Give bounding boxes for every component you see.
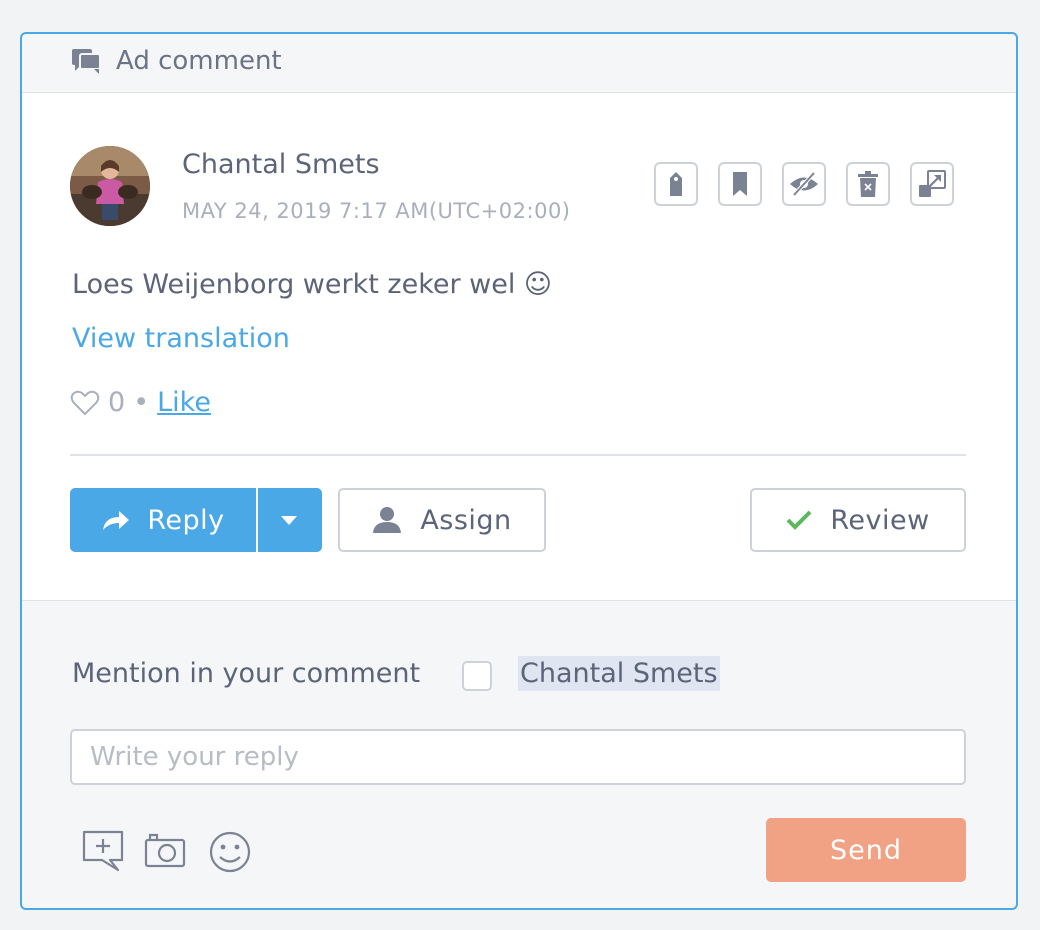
divider bbox=[70, 454, 966, 456]
author-name[interactable]: Chantal Smets bbox=[182, 149, 380, 180]
header-title: Ad comment bbox=[116, 46, 282, 76]
add-note-icon[interactable] bbox=[82, 830, 126, 872]
like-link[interactable]: Like bbox=[157, 387, 211, 418]
avatar[interactable] bbox=[70, 146, 150, 226]
tag-icon bbox=[670, 172, 682, 196]
camera-icon[interactable] bbox=[144, 830, 186, 870]
bookmark-button[interactable] bbox=[718, 162, 762, 206]
send-button[interactable]: Send bbox=[766, 818, 966, 882]
share-arrow-icon bbox=[103, 511, 130, 530]
delete-button[interactable] bbox=[846, 162, 890, 206]
reply-label: Reply bbox=[147, 504, 225, 536]
reply-split-button: Reply bbox=[70, 488, 322, 552]
hide-icon bbox=[790, 171, 818, 197]
comment-text: Loes Weijenborg werkt zeker wel ☺ bbox=[72, 269, 553, 300]
comment-timestamp: MAY 24, 2019 7:17 AM(UTC+02:00) bbox=[182, 199, 571, 223]
tag-button[interactable] bbox=[654, 162, 698, 206]
mention-label: Mention in your comment bbox=[72, 658, 421, 689]
avatar-photo bbox=[70, 146, 150, 226]
expand-button[interactable] bbox=[910, 162, 954, 206]
trash-icon bbox=[858, 171, 878, 197]
reply-input[interactable] bbox=[70, 729, 966, 785]
bookmark-icon bbox=[733, 172, 747, 196]
like-row: 0 • Like bbox=[70, 387, 211, 418]
user-icon bbox=[373, 507, 402, 533]
checkmark-icon bbox=[786, 510, 812, 530]
review-button[interactable]: Review bbox=[750, 488, 966, 552]
like-count: 0 bbox=[108, 387, 126, 418]
review-label: Review bbox=[830, 504, 930, 536]
mention-checkbox[interactable] bbox=[462, 661, 492, 691]
like-separator: • bbox=[133, 387, 150, 418]
emoji-icon[interactable] bbox=[208, 830, 252, 874]
view-translation-link[interactable]: View translation bbox=[72, 323, 290, 354]
assign-button[interactable]: Assign bbox=[338, 488, 546, 552]
assign-label: Assign bbox=[420, 504, 512, 536]
reply-button[interactable]: Reply bbox=[70, 488, 258, 552]
expand-icon bbox=[919, 170, 946, 197]
reply-options-button[interactable] bbox=[258, 488, 320, 552]
ad-comment-card: Ad comment Chantal Smets MAY 24, 2019 7:… bbox=[20, 32, 1018, 910]
comment-body: Chantal Smets MAY 24, 2019 7:17 AM(UTC+0… bbox=[22, 93, 1016, 601]
mention-name[interactable]: Chantal Smets bbox=[518, 656, 720, 691]
heart-icon[interactable] bbox=[70, 389, 100, 417]
comments-icon bbox=[72, 49, 101, 74]
card-header: Ad comment bbox=[22, 34, 1016, 93]
hide-button[interactable] bbox=[782, 162, 826, 206]
caret-down-icon bbox=[281, 516, 297, 525]
